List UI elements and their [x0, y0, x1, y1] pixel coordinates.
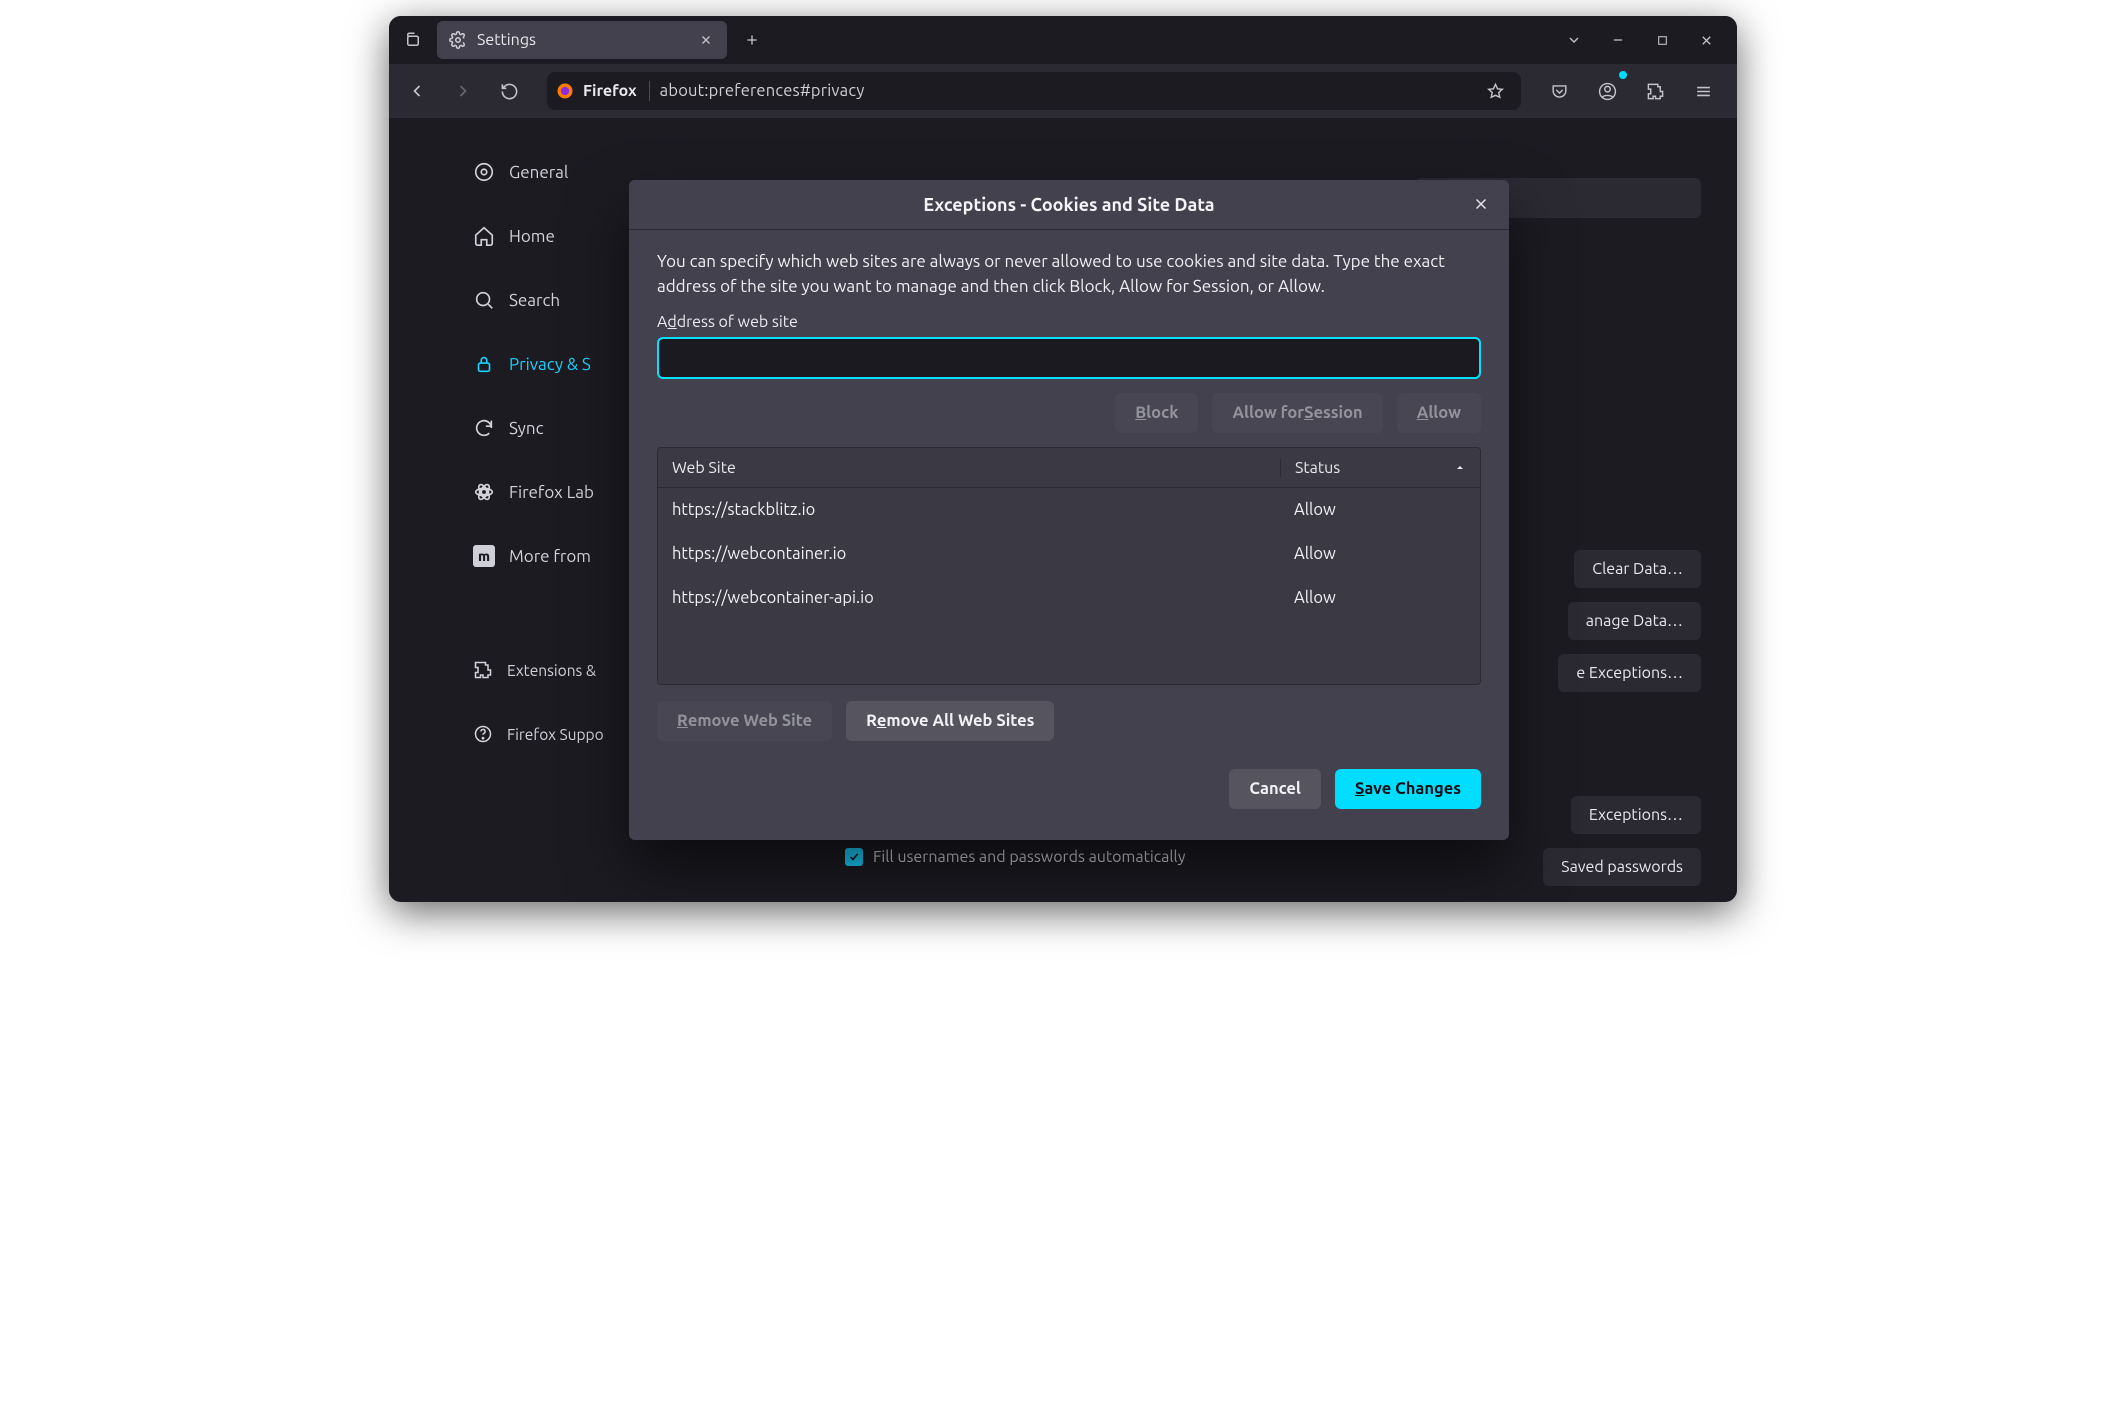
sort-asc-icon: [1454, 462, 1466, 474]
remove-button-row: Remove Web Site Remove All Web Sites: [657, 701, 1481, 741]
table-body: https://stackblitz.ioAllowhttps://webcon…: [658, 488, 1480, 684]
back-button[interactable]: [399, 73, 435, 109]
pocket-icon[interactable]: [1541, 73, 1577, 109]
menu-icon[interactable]: [1685, 73, 1721, 109]
close-tab-icon[interactable]: [695, 29, 717, 51]
table-row[interactable]: https://webcontainer.ioAllow: [658, 532, 1480, 576]
save-changes-button[interactable]: Save Changes: [1335, 769, 1481, 809]
all-tabs-chevron-icon[interactable]: [1561, 27, 1587, 53]
col-website[interactable]: Web Site: [658, 459, 1280, 477]
dialog-footer: Cancel Save Changes: [657, 769, 1481, 809]
new-tab-button[interactable]: [735, 23, 769, 57]
bookmark-star-icon[interactable]: [1477, 73, 1513, 109]
tab-title: Settings: [477, 31, 685, 49]
url-badge-text: Firefox: [583, 82, 637, 100]
exceptions-dialog: Exceptions - Cookies and Site Data You c…: [629, 180, 1509, 840]
block-button[interactable]: Block: [1115, 393, 1198, 433]
reload-button[interactable]: [491, 73, 527, 109]
table-row[interactable]: https://webcontainer-api.ioAllow: [658, 576, 1480, 620]
maximize-button[interactable]: [1649, 27, 1675, 53]
dialog-body: You can specify which web sites are alwa…: [629, 230, 1509, 840]
remove-site-button[interactable]: Remove Web Site: [657, 701, 832, 741]
address-label: Address of web site: [657, 313, 1481, 331]
url-text: about:preferences#privacy: [660, 82, 865, 100]
exceptions-button-1[interactable]: e Exceptions…: [1558, 654, 1701, 692]
close-window-button[interactable]: [1693, 27, 1719, 53]
firefox-badge: Firefox: [555, 81, 650, 101]
remove-all-button[interactable]: Remove All Web Sites: [846, 701, 1054, 741]
clear-data-button[interactable]: Clear Data…: [1574, 550, 1701, 588]
checkbox-checked-icon: [845, 848, 863, 866]
account-icon[interactable]: [1589, 73, 1625, 109]
exceptions-button-2[interactable]: Exceptions…: [1571, 796, 1701, 834]
address-input[interactable]: [657, 337, 1481, 379]
table-row[interactable]: https://stackblitz.ioAllow: [658, 488, 1480, 532]
browser-window: Settings Firefox about:preferences#priva…: [389, 16, 1737, 902]
url-bar[interactable]: Firefox about:preferences#privacy: [547, 72, 1521, 110]
cancel-button[interactable]: Cancel: [1229, 769, 1321, 809]
bg-right-buttons: Clear Data… anage Data… e Exceptions… Ex…: [1543, 550, 1701, 886]
permission-button-row: Block Allow for Session Allow: [657, 393, 1481, 433]
tab-strip: Settings: [389, 16, 1737, 64]
dialog-title: Exceptions - Cookies and Site Data: [923, 195, 1214, 215]
saved-passwords-button[interactable]: Saved passwords: [1543, 848, 1701, 886]
dialog-description: You can specify which web sites are alwa…: [657, 250, 1481, 299]
forward-button[interactable]: [445, 73, 481, 109]
allow-button[interactable]: Allow: [1397, 393, 1481, 433]
recent-tabs-icon[interactable]: [397, 24, 429, 56]
col-status[interactable]: Status: [1280, 459, 1480, 477]
tab-settings[interactable]: Settings: [437, 21, 727, 59]
nav-bar: Firefox about:preferences#privacy: [389, 64, 1737, 118]
dialog-header: Exceptions - Cookies and Site Data: [629, 180, 1509, 230]
nav-right: [1541, 73, 1727, 109]
minimize-button[interactable]: [1605, 27, 1631, 53]
manage-data-button[interactable]: anage Data…: [1568, 602, 1701, 640]
table-header: Web Site Status: [658, 448, 1480, 488]
dialog-close-button[interactable]: [1467, 190, 1495, 218]
tabstrip-right: [1561, 27, 1729, 53]
allow-session-button[interactable]: Allow for Session: [1212, 393, 1382, 433]
fill-passwords-checkbox[interactable]: Fill usernames and passwords automatical…: [845, 848, 1185, 866]
extensions-icon[interactable]: [1637, 73, 1673, 109]
exceptions-table: Web Site Status https://stackblitz.ioAll…: [657, 447, 1481, 685]
gear-icon: [449, 31, 467, 49]
